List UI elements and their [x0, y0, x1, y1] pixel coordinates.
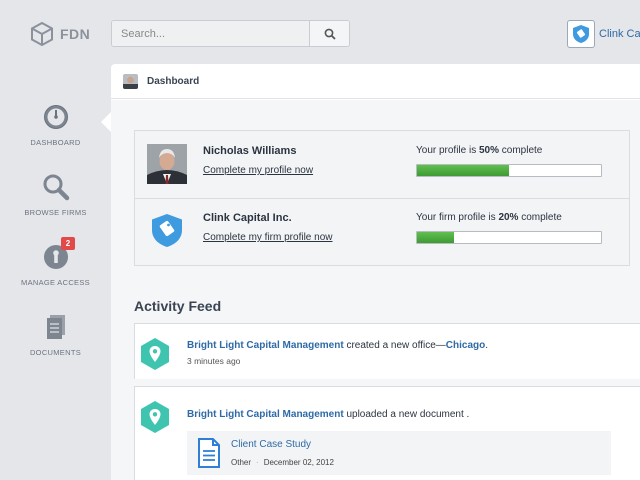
search-button[interactable]: [309, 21, 349, 46]
hexagon-cube-logo-icon: [31, 22, 53, 46]
user-photo: [147, 144, 187, 184]
search-icon: [324, 28, 336, 40]
user-profile-row: Nicholas Williams Complete my profile no…: [135, 131, 629, 198]
profile-progress-bar: [416, 164, 602, 177]
notification-badge: 2: [61, 237, 75, 250]
app-logo[interactable]: FDN: [31, 22, 90, 46]
page-title: Dashboard: [147, 75, 200, 87]
dashboard-content: Nicholas Williams Complete my profile no…: [111, 100, 640, 480]
document-icon: [198, 438, 220, 468]
feed-actor-link[interactable]: Bright Light Capital Management: [187, 409, 344, 420]
sidebar-item-label: DASHBOARD: [30, 138, 81, 147]
profile-percent: 50%: [479, 145, 500, 156]
firm-status-text: Your firm profile is 20% complete: [416, 212, 562, 223]
feed-text: Bright Light Capital Management uploaded…: [187, 409, 470, 420]
company-logo: [567, 20, 595, 48]
gauge-icon: [43, 105, 68, 129]
account-switcher[interactable]: Clink Capi: [567, 19, 640, 49]
feed-object-link[interactable]: Chicago: [446, 340, 485, 351]
company-name: Clink Capi: [599, 28, 640, 40]
sidebar-item-dashboard[interactable]: DASHBOARD: [0, 100, 111, 147]
logo-text: FDN: [60, 26, 91, 42]
shield-tag-icon: [573, 25, 589, 43]
location-pin-icon: [141, 338, 169, 370]
feed-text: Bright Light Capital Management created …: [187, 340, 489, 351]
magnifier-icon: [43, 174, 69, 201]
feed-timestamp: 3 minutes ago: [187, 356, 241, 366]
activity-feed-title: Activity Feed: [134, 298, 222, 314]
page-header: Dashboard: [111, 64, 640, 99]
document-type: Other: [231, 458, 252, 467]
profile-completion-card: Nicholas Williams Complete my profile no…: [134, 130, 630, 266]
complete-profile-link[interactable]: Complete my profile now: [203, 165, 313, 176]
feed-item: Bright Light Capital Management uploaded…: [134, 386, 640, 480]
sidebar-item-label: DOCUMENTS: [29, 348, 82, 357]
firm-percent: 20%: [498, 212, 519, 223]
complete-firm-profile-link[interactable]: Complete my firm profile now: [203, 232, 332, 243]
sidebar: DASHBOARD BROWSE FIRMS 2 MANAGE ACCESS D…: [0, 64, 111, 480]
firm-progress-bar: [416, 231, 602, 244]
main-panel: Dashboard Nicholas Williams Complete my …: [111, 64, 640, 480]
firm-profile-row: Clink Capital Inc. Complete my firm prof…: [135, 198, 629, 265]
search-input[interactable]: [112, 21, 309, 46]
documents-icon: [46, 315, 65, 339]
sidebar-item-browse-firms[interactable]: BROWSE FIRMS: [0, 170, 111, 217]
search-bar: [111, 20, 350, 47]
active-nav-pointer: [101, 112, 111, 132]
firm-progress-fill: [417, 232, 454, 243]
document-title-link[interactable]: Client Case Study: [231, 439, 311, 450]
feed-item: Bright Light Capital Management created …: [134, 323, 640, 379]
user-name: Nicholas Williams: [203, 145, 297, 157]
document-meta: Other · December 02, 2012: [231, 458, 334, 467]
shield-tag-icon: [152, 214, 182, 247]
profile-status-text: Your profile is 50% complete: [416, 145, 543, 156]
profile-progress-fill: [417, 165, 509, 176]
firm-logo: [147, 210, 187, 250]
document-date: December 02, 2012: [263, 458, 334, 467]
firm-name: Clink Capital Inc.: [203, 212, 292, 224]
document-card[interactable]: Client Case Study Other · December 02, 201…: [187, 431, 611, 475]
feed-actor-link[interactable]: Bright Light Capital Management: [187, 340, 344, 351]
sidebar-item-label: BROWSE FIRMS: [24, 208, 87, 217]
sidebar-item-label: MANAGE ACCESS: [21, 278, 90, 287]
avatar[interactable]: [123, 73, 138, 89]
sidebar-item-documents[interactable]: DOCUMENTS: [0, 310, 111, 357]
location-pin-icon: [141, 401, 169, 433]
sidebar-item-manage-access[interactable]: 2 MANAGE ACCESS: [0, 237, 111, 287]
